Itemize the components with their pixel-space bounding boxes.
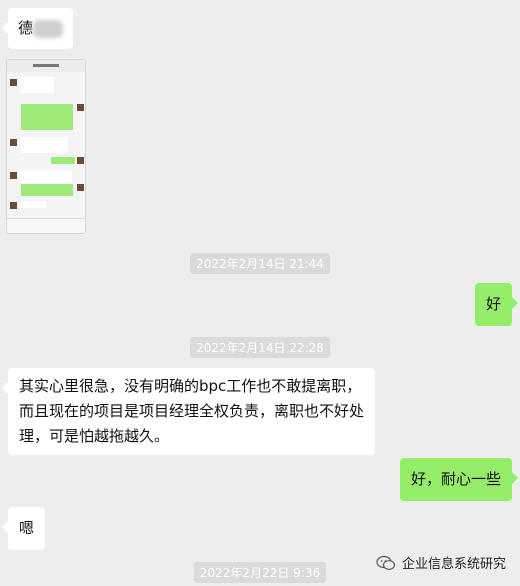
redacted-name (33, 19, 64, 38)
message-text: 嗯 (19, 519, 35, 537)
message-text-line: 而且现在的项目是项目经理全权负责，离职也不好处 (19, 402, 365, 420)
message-bubble[interactable]: 好 (474, 283, 519, 326)
message-bubble[interactable]: 其实心里很急，没有明确的bpc工作也不敢提离职， 而且现在的项目是项目经理全权负… (1, 368, 376, 455)
timestamp: 2022年2月14日 21:44 (190, 253, 330, 274)
wechat-icon (376, 555, 396, 570)
timestamp: 2022年2月14日 22:28 (190, 337, 330, 358)
message-text-line: 其实心里很急，没有明确的bpc工作也不敢提离职， (19, 377, 362, 395)
message-text-line: 理，可是怕越拖越久。 (19, 427, 170, 445)
screenshot-image-message[interactable] (6, 59, 86, 234)
message-bubble[interactable]: 德 (1, 8, 74, 49)
message-text: 好 (485, 295, 501, 313)
message-bubble[interactable]: 好，耐心一些 (399, 458, 519, 501)
watermark: 企业信息系统研究 (376, 553, 506, 572)
message-text: 德 (18, 19, 34, 37)
message-bubble[interactable]: 嗯 (1, 507, 46, 550)
watermark-text: 企业信息系统研究 (401, 557, 506, 572)
message-text: 好，耐心一些 (410, 470, 501, 488)
timestamp: 2022年2月22日 9:36 (193, 562, 327, 583)
